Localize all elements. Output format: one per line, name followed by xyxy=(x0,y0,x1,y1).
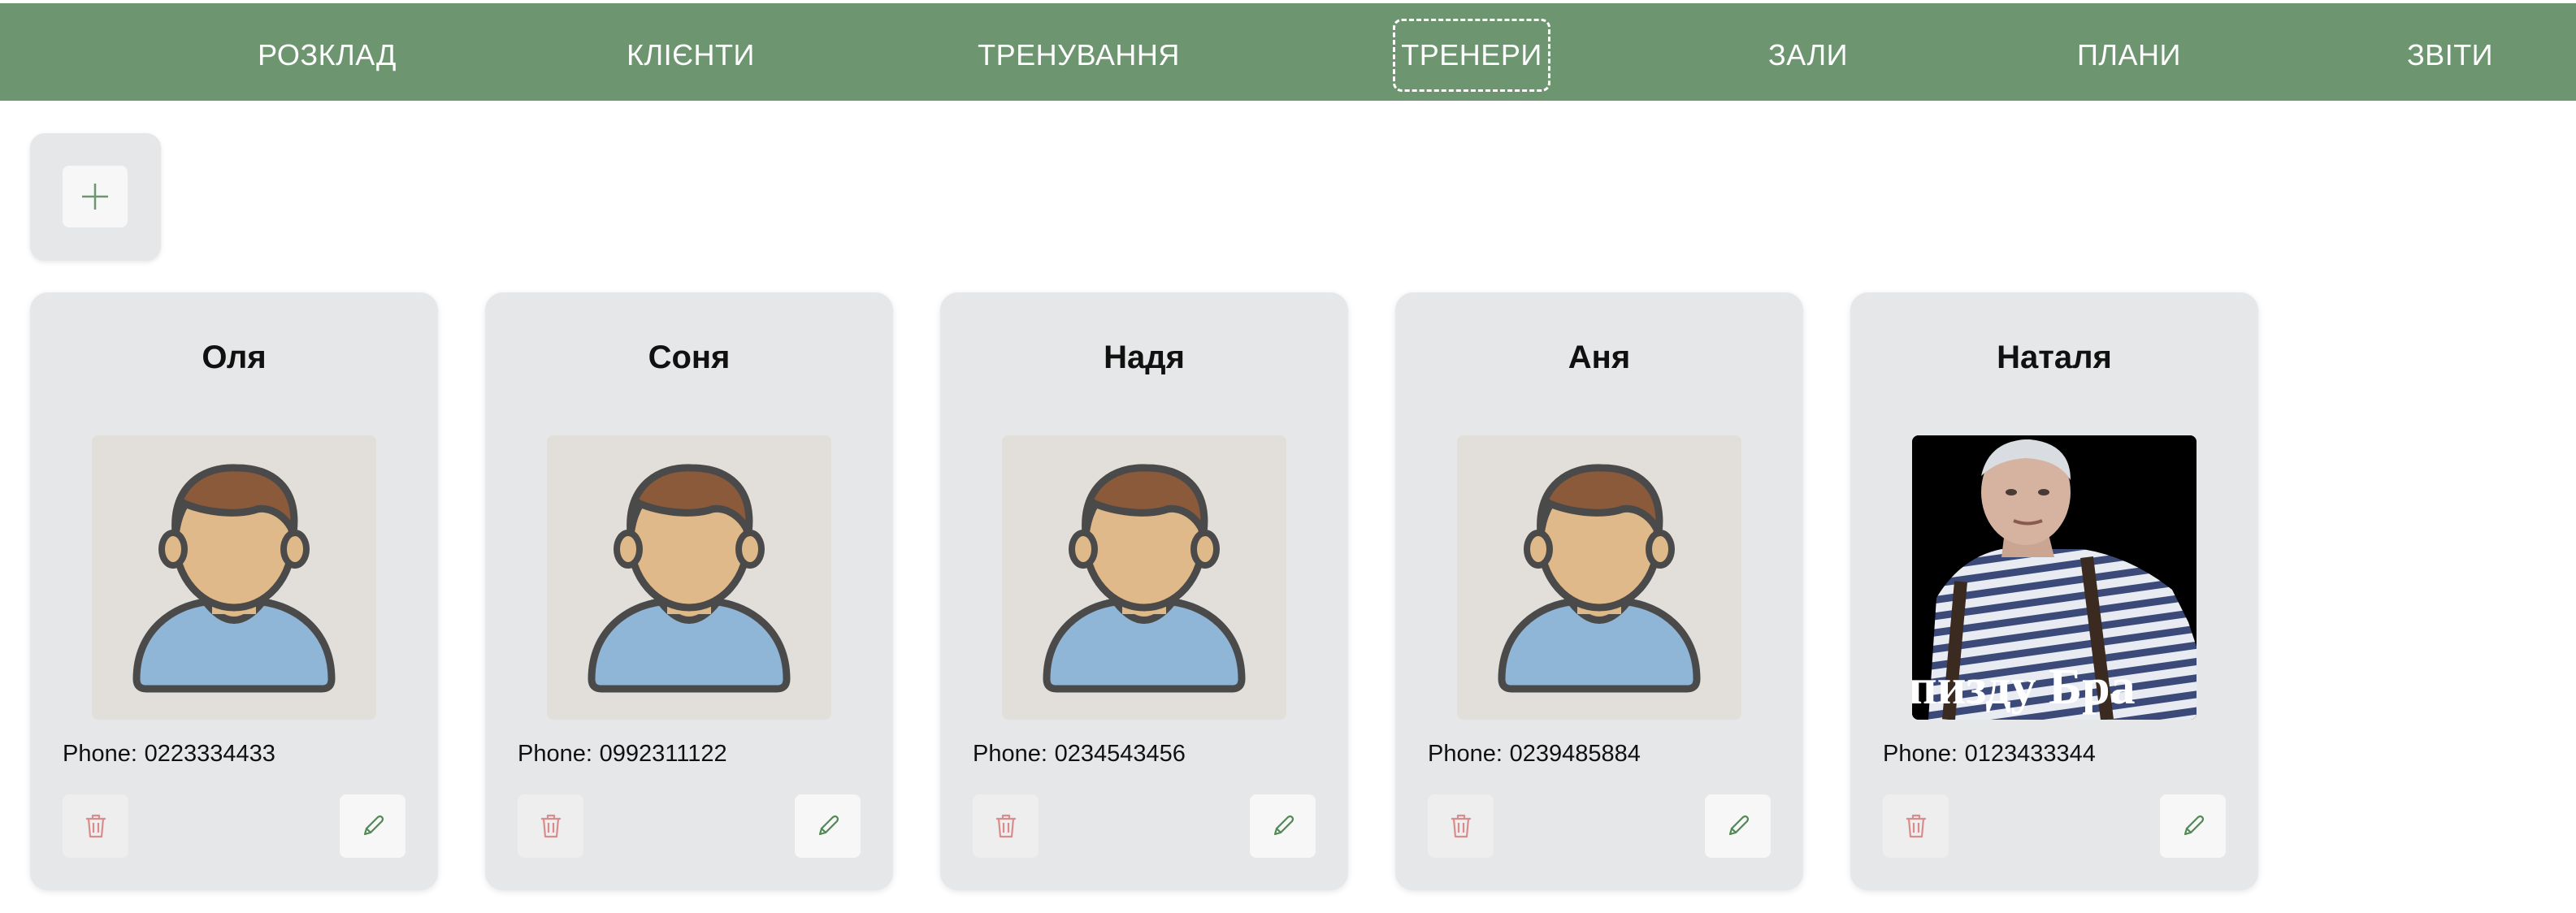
pencil-icon xyxy=(818,815,839,836)
pencil-icon xyxy=(1273,815,1294,836)
trainer-phone: Phone: 0992311122 xyxy=(518,741,727,767)
trainer-card: Наталя пизду Бра Phone: 0123433344 xyxy=(1850,292,2258,890)
pencil-icon xyxy=(2184,815,2204,836)
trainer-phone: Phone: 0239485884 xyxy=(1428,741,1641,767)
trainer-photo xyxy=(547,435,831,720)
plus-icon xyxy=(82,184,108,210)
edit-trainer-button[interactable] xyxy=(795,794,861,858)
user-avatar-icon xyxy=(92,435,376,720)
nav-item-halls[interactable]: ЗАЛИ xyxy=(1755,21,1861,89)
nav-item-clients[interactable]: КЛІЄНТИ xyxy=(609,21,772,89)
edit-trainer-button[interactable] xyxy=(2160,794,2226,858)
trainer-photo xyxy=(92,435,376,720)
delete-trainer-button[interactable] xyxy=(973,794,1039,858)
trainer-phone: Phone: 0123433344 xyxy=(1883,741,2096,767)
trainer-card: Надя Phone: 0234543456 xyxy=(940,292,1348,890)
add-trainer-panel xyxy=(30,133,161,261)
nav-item-plans[interactable]: ПЛАНИ xyxy=(2064,21,2194,89)
trainer-name: Аня xyxy=(1568,340,1631,375)
trainer-name: Надя xyxy=(1104,340,1185,375)
photo-caption: пизду Бра xyxy=(1912,660,2136,715)
trainer-photo: пизду Бра xyxy=(1912,435,2197,720)
delete-trainer-button[interactable] xyxy=(63,794,128,858)
user-avatar-icon xyxy=(1457,435,1741,720)
nav-item-reports[interactable]: ЗВІТИ xyxy=(2397,21,2503,89)
trash-icon xyxy=(1451,814,1471,838)
trainer-card: Аня Phone: 0239485884 xyxy=(1395,292,1803,890)
nav-item-trainings[interactable]: ТРЕНУВАННЯ xyxy=(971,21,1186,89)
trainer-card: Оля Phone: 0223334433 xyxy=(30,292,438,890)
nav-item-trainers[interactable]: ТРЕНЕРИ xyxy=(1393,19,1550,92)
trainer-photo xyxy=(1457,435,1741,720)
edit-trainer-button[interactable] xyxy=(340,794,405,858)
trainer-photo-image: пизду Бра xyxy=(1912,435,2197,720)
user-avatar-icon xyxy=(1002,435,1286,720)
trainer-name: Наталя xyxy=(1997,340,2112,375)
top-navigation: РОЗКЛАД КЛІЄНТИ ТРЕНУВАННЯ ТРЕНЕРИ ЗАЛИ … xyxy=(0,3,2576,101)
trash-icon xyxy=(540,814,561,838)
pencil-icon xyxy=(1728,815,1749,836)
trainer-phone: Phone: 0223334433 xyxy=(63,741,275,767)
trainer-card: Соня Phone: 0992311122 xyxy=(485,292,893,890)
trash-icon xyxy=(85,814,106,838)
delete-trainer-button[interactable] xyxy=(518,794,583,858)
nav-item-schedule[interactable]: РОЗКЛАД xyxy=(244,21,410,89)
trainer-name: Соня xyxy=(648,340,731,375)
edit-trainer-button[interactable] xyxy=(1705,794,1771,858)
trainer-photo xyxy=(1002,435,1286,720)
add-trainer-button[interactable] xyxy=(63,166,128,227)
edit-trainer-button[interactable] xyxy=(1250,794,1316,858)
trainer-name: Оля xyxy=(202,340,267,375)
delete-trainer-button[interactable] xyxy=(1428,794,1494,858)
trash-icon xyxy=(1906,814,1926,838)
trash-icon xyxy=(995,814,1016,838)
delete-trainer-button[interactable] xyxy=(1883,794,1949,858)
trainer-phone: Phone: 0234543456 xyxy=(973,741,1186,767)
user-avatar-icon xyxy=(547,435,831,720)
pencil-icon xyxy=(363,815,384,836)
